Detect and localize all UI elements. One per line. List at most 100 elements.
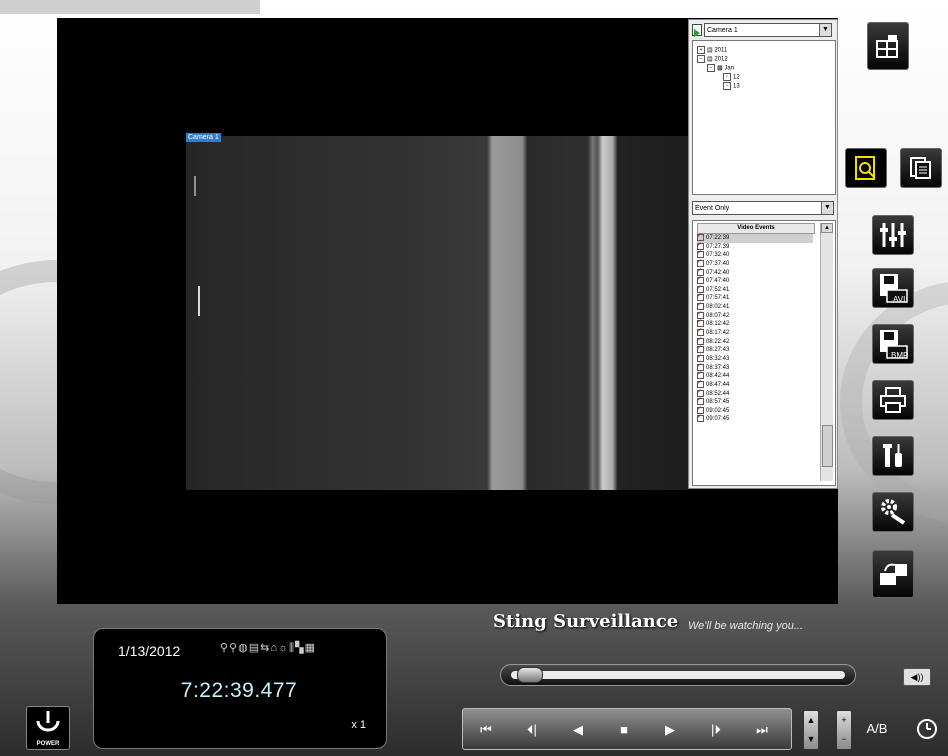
timeline-slider[interactable]	[500, 664, 856, 686]
power-icon	[36, 711, 60, 732]
step-forward-button[interactable]: |⏵	[701, 719, 731, 741]
event-row[interactable]: 08:32:43	[697, 353, 813, 364]
event-filter-select[interactable]: Event Only ▼	[692, 201, 834, 215]
event-time: 08:32:43	[706, 356, 730, 363]
ab-compare-button[interactable]: A/B	[862, 714, 892, 744]
tree-node-year[interactable]: − ▤ 2012	[697, 55, 728, 64]
playback-date: 1/13/2012	[118, 643, 181, 659]
event-time: 08:12:42	[706, 321, 730, 328]
event-time: 07:37:40	[706, 261, 730, 267]
adjust-sliders-icon	[880, 223, 906, 247]
tools-button[interactable]	[872, 436, 914, 476]
events-scrollbar[interactable]: ▲	[820, 223, 833, 481]
camera-video-feed[interactable]	[186, 136, 688, 490]
timeline-thumb[interactable]	[517, 667, 543, 683]
volume-button[interactable]: ◀))	[903, 668, 931, 686]
chevron-down-icon[interactable]: ▼	[821, 202, 833, 214]
export-button[interactable]	[872, 550, 914, 598]
transport-controls: ⏮ ⏴| ◀ ■ ▶ |⏵ ⏭	[462, 708, 792, 750]
settings-button[interactable]	[872, 492, 914, 532]
skip-to-start-button[interactable]: ⏮	[471, 719, 501, 741]
play-button[interactable]: ▶	[655, 719, 685, 741]
event-row[interactable]: 08:37:43	[697, 362, 813, 373]
event-time: 08:02:41	[706, 304, 730, 311]
tree-node-year[interactable]: + ▤ 2011	[697, 46, 727, 55]
event-row[interactable]: 09:02:45	[697, 405, 813, 416]
timeline-track[interactable]	[511, 671, 845, 679]
event-row[interactable]: 07:42:40	[697, 267, 813, 278]
save-avi-button[interactable]: AVI	[872, 268, 914, 308]
day-icon: ▫	[723, 82, 731, 90]
event-time: 09:07:45	[706, 416, 730, 423]
event-row[interactable]: 08:02:41	[697, 301, 813, 312]
events-column-header[interactable]: Video Events	[697, 223, 815, 234]
skip-to-end-button[interactable]: ⏭	[747, 719, 777, 741]
event-row[interactable]: 08:47:44	[697, 379, 813, 390]
expand-icon[interactable]: +	[697, 46, 705, 54]
event-row[interactable]: 08:22:42	[697, 336, 813, 347]
event-time: 07:52:41	[706, 286, 730, 293]
camera-layout-button[interactable]	[867, 22, 909, 70]
step-back-button[interactable]: ⏴|	[517, 719, 547, 741]
list-view-icon	[910, 157, 931, 179]
scroll-up-icon[interactable]: ▲	[821, 223, 833, 233]
event-row[interactable]: 08:52:44	[697, 388, 813, 399]
stop-button[interactable]: ■	[609, 719, 639, 741]
event-time: 08:22:42	[706, 338, 730, 345]
event-time: 07:27:39	[706, 243, 730, 250]
scroll-thumb[interactable]	[822, 425, 833, 467]
zoom-stepper[interactable]: + −	[836, 710, 852, 750]
event-row[interactable]: 07:57:41	[697, 292, 813, 303]
play-icon: ▶	[665, 722, 675, 737]
status-indicator-icons: ⚲⚲◍▤⇆⌂☼⫼▚▦	[220, 642, 316, 654]
event-row[interactable]: 07:47:40	[697, 275, 813, 286]
save-bmp-button[interactable]: BMP	[872, 324, 914, 364]
skip-end-icon: ⏭	[756, 722, 768, 737]
chevron-up-icon[interactable]: ▲	[804, 711, 818, 730]
tree-node-month[interactable]: − ▦ Jan	[707, 64, 734, 73]
collapse-icon[interactable]: −	[697, 55, 705, 63]
event-row[interactable]: 07:32:40	[697, 249, 813, 260]
event-time: 07:57:41	[706, 295, 730, 302]
event-row[interactable]: 07:37:40	[697, 258, 813, 269]
event-row[interactable]: 07:22:39	[697, 232, 813, 243]
event-row[interactable]: 08:42:44	[697, 370, 813, 381]
event-row[interactable]: 07:52:41	[697, 284, 813, 295]
ab-icon: A/B	[866, 721, 888, 736]
playback-status: 1/13/2012 ⚲⚲◍▤⇆⌂☼⫼▚▦ 7:22:39.477 x 1	[93, 628, 387, 749]
folder-icon: ▤	[707, 47, 713, 54]
brand-tagline: We'll be watching you...	[688, 620, 804, 632]
reverse-play-icon: ◀	[573, 722, 583, 737]
speed-updown-stepper[interactable]: ▲ ▼	[803, 710, 819, 750]
export-icon	[880, 563, 907, 585]
collapse-icon[interactable]: −	[707, 64, 715, 72]
chevron-down-icon[interactable]: ▼	[804, 730, 818, 749]
stop-icon: ■	[620, 722, 628, 737]
clock-button[interactable]	[912, 714, 942, 744]
print-button[interactable]	[872, 380, 914, 420]
adjust-button[interactable]	[872, 215, 914, 255]
event-checkbox[interactable]	[697, 413, 704, 423]
list-view-button[interactable]	[900, 148, 942, 188]
event-row[interactable]: 08:27:43	[697, 344, 813, 355]
minus-icon[interactable]: −	[837, 730, 851, 749]
event-time: 08:17:42	[706, 330, 730, 337]
event-row[interactable]: 08:07:42	[697, 310, 813, 321]
search-button[interactable]	[845, 148, 887, 188]
chevron-down-icon[interactable]: ▼	[819, 24, 831, 36]
event-row[interactable]: 07:27:39	[697, 241, 813, 252]
event-time: 08:57:45	[706, 399, 730, 406]
event-row[interactable]: 08:17:42	[697, 327, 813, 338]
event-time: 08:47:44	[706, 381, 730, 388]
event-row[interactable]: 09:07:45	[697, 413, 813, 424]
power-button[interactable]: POWER	[26, 706, 70, 750]
tree-node-day[interactable]: ▫ 12	[723, 73, 740, 82]
camera-select[interactable]: Camera 1 ▼	[704, 23, 832, 37]
event-row[interactable]: 08:57:45	[697, 396, 813, 407]
rewind-button[interactable]: ◀	[563, 719, 593, 741]
tree-node-day[interactable]: ▫ 13	[723, 82, 740, 91]
event-row[interactable]: 08:12:42	[697, 318, 813, 329]
plus-icon[interactable]: +	[837, 711, 851, 730]
day-icon: ▫	[723, 73, 731, 81]
play-small-icon[interactable]	[692, 24, 702, 37]
